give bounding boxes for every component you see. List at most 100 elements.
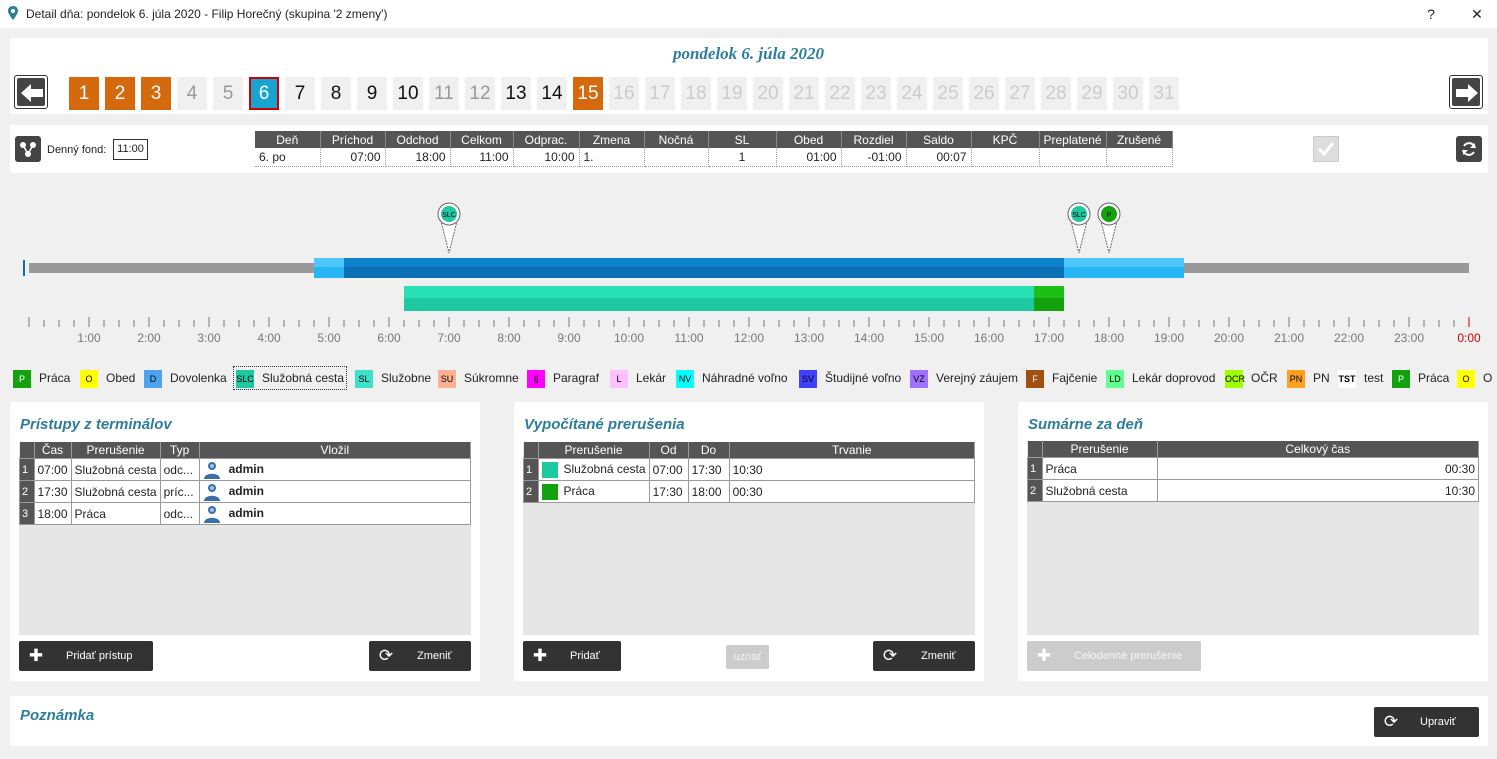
hour-label: 22:00 (1334, 331, 1364, 345)
legend-item[interactable]: O Obed (80, 369, 135, 388)
legend-item[interactable]: VZ Verejný záujem (910, 369, 1019, 388)
marker-label: SLC (442, 212, 456, 219)
legend-item[interactable]: SL Služobne (355, 369, 431, 388)
legend-swatch: SV (799, 369, 817, 388)
next-month-button[interactable] (1449, 75, 1483, 109)
shift-graph-button[interactable] (15, 136, 41, 162)
day-button[interactable]: 4 (177, 77, 207, 110)
hour-label: 17:00 (1034, 331, 1064, 345)
table-row[interactable]: 1 Práca 00:30 (1027, 457, 1479, 480)
summary-col-header: Obed (776, 131, 842, 148)
table-row[interactable]: 3 18:00 Práca odc... admin (19, 502, 472, 525)
change-interruption-button[interactable]: ⟳ Zmeniť (873, 641, 975, 671)
table-row[interactable]: 2 17:30 Služobná cesta príc... admin (19, 480, 472, 503)
table-row[interactable]: 1 Služobná cesta 07:00 17:30 10:30 (523, 458, 976, 481)
day-button[interactable]: 6 (249, 77, 279, 110)
hour-label: 16:00 (974, 331, 1004, 345)
add-access-button[interactable]: ✚ Pridať prístup (19, 641, 153, 671)
plus-icon: ✚ (1036, 646, 1052, 665)
col-total-time[interactable]: Celkový čas (1157, 441, 1479, 458)
to-cell: 18:00 (687, 480, 730, 503)
legend-item[interactable]: P Práca (13, 369, 70, 388)
duration-cell: 10:30 (728, 458, 976, 481)
accept-button[interactable]: uznať (726, 645, 769, 669)
interruption-name: Služobná cesta (563, 461, 646, 476)
day-button[interactable]: 1 (69, 77, 99, 110)
legend-item[interactable]: SU Súkromne (438, 369, 519, 388)
col-interruption[interactable]: Prerušenie (1042, 441, 1158, 458)
close-button[interactable]: ✕ (1462, 3, 1492, 25)
day-button[interactable]: 5 (213, 77, 243, 110)
plus-icon: ✚ (532, 646, 548, 665)
edit-note-button[interactable]: ⟳ Upraviť (1374, 707, 1479, 737)
day-button: 19 (717, 77, 747, 110)
summary-cell: 11:00 (450, 148, 514, 167)
table-row[interactable]: 1 07:00 Služobná cesta odc... admin (19, 458, 472, 481)
table-row[interactable]: 2 Práca 17:30 18:00 00:30 (523, 480, 976, 503)
legend-item[interactable]: § Paragraf (527, 369, 599, 388)
hour-label: 1:00 (77, 331, 101, 345)
user-name: admin (228, 505, 264, 520)
day-button[interactable]: 15 (573, 77, 603, 110)
day-button[interactable]: 12 (465, 77, 495, 110)
summary-cell: 1. (579, 148, 645, 167)
hour-label: 12:00 (734, 331, 764, 345)
summary-cell (971, 148, 1040, 167)
user-icon (203, 483, 221, 501)
legend-item[interactable]: L Lekár (610, 369, 666, 388)
day-button[interactable]: 8 (321, 77, 351, 110)
add-access-label: Pridať prístup (66, 650, 133, 662)
fund-input[interactable]: 11:00 (113, 139, 148, 160)
legend-item[interactable]: SLC Služobná cesta (232, 366, 348, 390)
summary-cell: -01:00 (841, 148, 907, 167)
legend-label: test (1364, 371, 1384, 385)
legend-label: Verejný záujem (936, 371, 1019, 385)
legend-item[interactable]: F Fajčenie (1026, 369, 1097, 388)
direction-cell: odc... (159, 458, 200, 481)
day-button[interactable]: 7 (285, 77, 315, 110)
refresh-day-button[interactable] (1456, 136, 1482, 162)
marker-label: P (1107, 212, 1112, 219)
legend-item[interactable]: OO (1457, 369, 1493, 388)
legend-item[interactable]: SV Študijné voľno (799, 369, 901, 388)
legend-item[interactable]: PN PN (1287, 369, 1330, 388)
summary-cell: 18:00 (385, 148, 451, 167)
add-interruption-button[interactable]: ✚ Pridať (523, 641, 621, 671)
change-access-button[interactable]: ⟳ Zmeniť (369, 641, 471, 671)
col-to[interactable]: Do (688, 442, 730, 459)
legend-item[interactable]: P Práca (1392, 369, 1449, 388)
day-button[interactable]: 11 (429, 77, 459, 110)
confirm-day-button[interactable] (1313, 136, 1339, 162)
col-from[interactable]: Od (649, 442, 689, 459)
interruption-cell: Práca (1041, 457, 1158, 480)
day-button[interactable]: 9 (357, 77, 387, 110)
hour-label: 10:00 (614, 331, 644, 345)
day-button[interactable]: 10 (393, 77, 423, 110)
prev-month-button[interactable] (14, 75, 48, 109)
legend-item[interactable]: D Dovolenka (144, 369, 227, 388)
col-type[interactable]: Typ (160, 442, 200, 459)
hour-label: 8:00 (497, 331, 521, 345)
day-button[interactable]: 3 (141, 77, 171, 110)
refresh-icon: ⟳ (378, 646, 394, 665)
help-button[interactable]: ? (1416, 3, 1446, 25)
legend-item[interactable]: TST test (1338, 369, 1384, 388)
table-row[interactable]: 2 Služobná cesta 10:30 (1027, 479, 1479, 502)
summary-col-header: Celkom (450, 131, 514, 148)
allday-interruption-button[interactable]: ✚ Celodenné prerušenie (1027, 641, 1201, 671)
hour-label: 15:00 (914, 331, 944, 345)
legend-item[interactable]: OCR OČR (1225, 369, 1278, 388)
col-interruption[interactable]: Prerušenie (538, 442, 650, 459)
legend-item[interactable]: NV Náhradné voľno (676, 369, 788, 388)
day-button[interactable]: 13 (501, 77, 531, 110)
col-duration[interactable]: Trvanie (729, 442, 976, 459)
col-interruption[interactable]: Prerušenie (71, 442, 161, 459)
day-button[interactable]: 14 (537, 77, 567, 110)
day-button[interactable]: 2 (105, 77, 135, 110)
total-time-cell: 00:30 (1156, 457, 1479, 480)
legend-item[interactable]: LD Lekár doprovod (1106, 369, 1215, 388)
hour-label: 19:00 (1154, 331, 1184, 345)
col-inserted-by[interactable]: Vložil (199, 442, 472, 459)
col-time[interactable]: Čas (34, 442, 72, 459)
legend-label: O (1483, 371, 1493, 385)
